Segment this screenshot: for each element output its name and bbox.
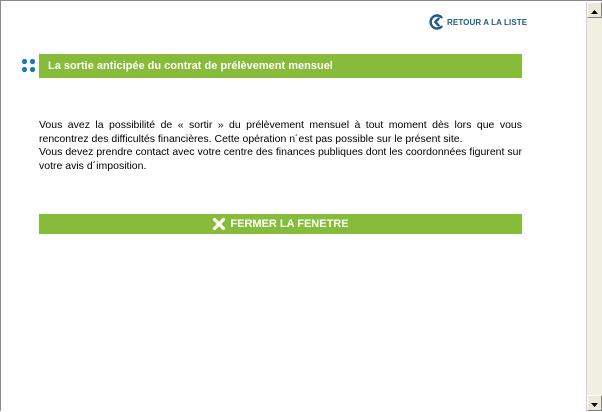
popup-content: RETOUR A LA LISTE La sortie anticipée du…: [2, 2, 585, 411]
back-to-list-label: RETOUR A LA LISTE: [447, 17, 528, 27]
close-x-icon: [212, 217, 226, 231]
arrow-down-icon: [591, 394, 598, 412]
scroll-track[interactable]: [587, 18, 602, 395]
vertical-scrollbar[interactable]: [586, 2, 602, 411]
info-paragraph-contact: Vous devez prendre contact avec votre ce…: [39, 146, 522, 172]
section-title: La sortie anticipée du contrat de prélèv…: [48, 60, 333, 72]
section-header: La sortie anticipée du contrat de prélèv…: [39, 54, 522, 78]
close-window-label: FERMER LA FENETRE: [230, 218, 349, 230]
close-window-button[interactable]: FERMER LA FENETRE: [39, 214, 522, 234]
scroll-down-button[interactable]: [587, 395, 602, 411]
back-to-list-link[interactable]: RETOUR A LA LISTE: [429, 13, 527, 31]
four-dots-icon: [21, 58, 37, 74]
popup-window: RETOUR A LA LISTE La sortie anticipée du…: [0, 0, 602, 411]
chevron-left-circle-icon: [429, 14, 445, 30]
info-paragraph-exit: Vous avez la possibilité de « sortir » d…: [39, 119, 522, 145]
info-text: Vous avez la possibilité de « sortir » d…: [39, 119, 522, 173]
scroll-up-button[interactable]: [587, 2, 602, 18]
arrow-up-icon: [591, 1, 598, 19]
